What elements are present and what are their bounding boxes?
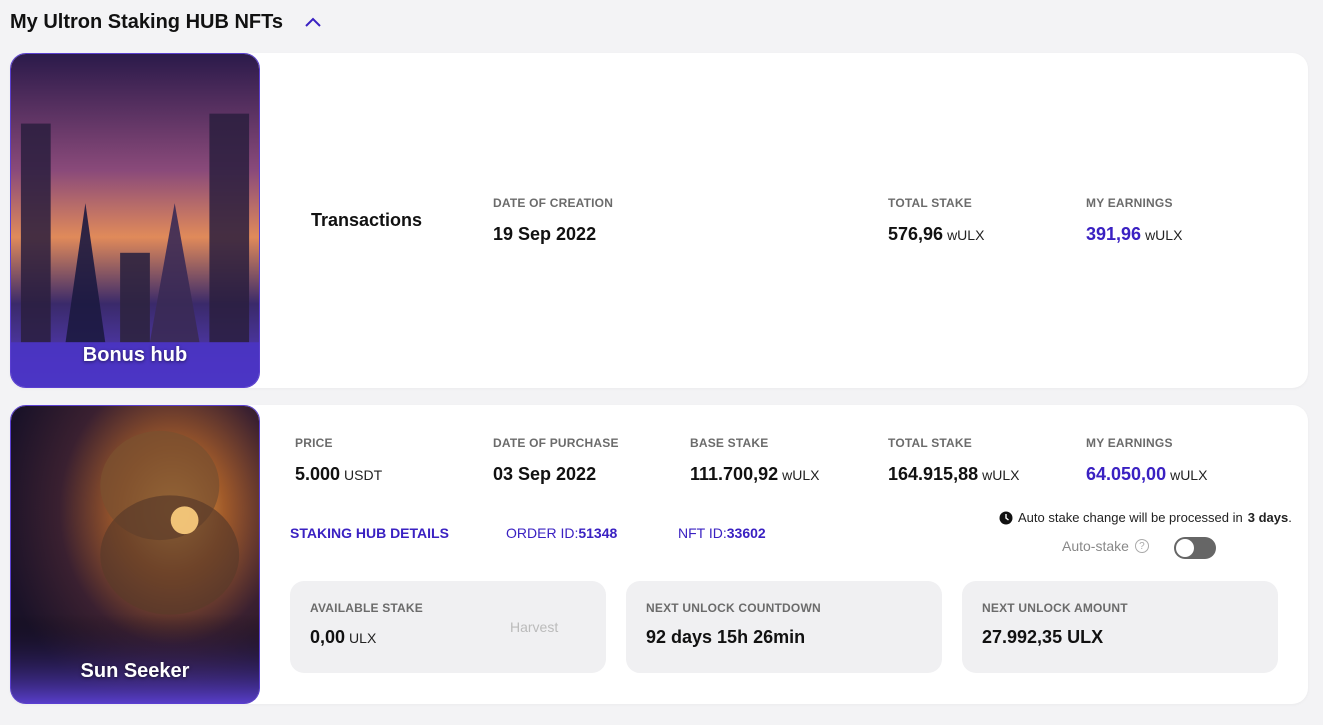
countdown-value: 92 days 15h 26min (646, 627, 806, 647)
section-header: My Ultron Staking HUB NFTs (10, 8, 323, 36)
date-value: 03 Sep 2022 (493, 464, 597, 484)
date-label: DATE OF PURCHASE (493, 436, 619, 450)
order-id-value[interactable]: 51348 (578, 525, 617, 541)
total-stake-value: 164.915,88 (888, 464, 979, 484)
auto-stake-row: Auto-stake ? (1062, 538, 1149, 554)
harvest-button[interactable]: Harvest (510, 619, 558, 635)
base-stake-value: 111.700,92 (690, 464, 779, 484)
price: PRICE 5.000 USDT (295, 436, 382, 485)
nft-name: Sun Seeker (80, 660, 190, 682)
next-unlock-countdown-box: NEXT UNLOCK COUNTDOWN 92 days 15h 26min (626, 581, 942, 673)
date-label: DATE OF CREATION (493, 196, 614, 210)
price-label: PRICE (295, 436, 333, 450)
auto-stake-notice: Auto stake change will be processed in 3 … (999, 510, 1292, 525)
earnings-label: MY EARNINGS (1086, 196, 1173, 210)
base-stake-unit: wULX (782, 467, 820, 483)
available-stake-value: 0,00 (310, 627, 346, 647)
total-stake-label: TOTAL STAKE (888, 436, 972, 450)
toggle-knob (1176, 539, 1194, 557)
earnings-value: 64.050,00 (1086, 464, 1167, 484)
staking-hub-details-link[interactable]: STAKING HUB DETAILS (290, 525, 449, 541)
notice-text: Auto stake change will be processed in (1018, 510, 1243, 525)
date-value: 19 Sep 2022 (493, 224, 597, 244)
total-stake: TOTAL STAKE 164.915,88 wULX (888, 436, 1019, 485)
order-id: ORDER ID:51348 (506, 525, 617, 541)
total-stake-unit: wULX (947, 227, 985, 243)
date-of-purchase: DATE OF PURCHASE 03 Sep 2022 (493, 436, 619, 485)
unlock-amount-value: 27.992,35 ULX (982, 627, 1104, 647)
price-value: 5.000 (295, 464, 341, 484)
available-stake-unit: ULX (349, 630, 377, 646)
total-stake-value: 576,96 (888, 224, 944, 244)
nft-name: Bonus hub (82, 344, 188, 366)
nft-id-label: NFT ID: (678, 525, 727, 541)
nft-card-bonus-hub: Bonus hub Transactions DATE OF CREATION … (10, 53, 1308, 388)
notice-days: 3 days (1247, 510, 1289, 525)
unlock-amount-label: NEXT UNLOCK AMOUNT (982, 601, 1128, 615)
base-stake-label: BASE STAKE (690, 436, 769, 450)
auto-stake-toggle[interactable] (1174, 537, 1216, 559)
nft-id: NFT ID:33602 (678, 525, 766, 541)
countdown-label: NEXT UNLOCK COUNTDOWN (646, 601, 821, 615)
date-of-creation: DATE OF CREATION 19 Sep 2022 (493, 196, 613, 245)
help-icon[interactable]: ? (1134, 539, 1149, 553)
order-id-label: ORDER ID: (506, 525, 579, 541)
earnings-unit: wULX (1170, 467, 1208, 483)
card-type-label: Transactions (311, 210, 423, 230)
available-stake-label: AVAILABLE STAKE (310, 601, 423, 615)
nft-card-sun-seeker: Sun Seeker PRICE 5.000 USDT DATE OF PURCH… (10, 405, 1308, 704)
nft-id-value[interactable]: 33602 (727, 525, 766, 541)
next-unlock-amount-box: NEXT UNLOCK AMOUNT 27.992,35 ULX (962, 581, 1278, 673)
clock-icon (999, 511, 1013, 524)
notice-end: . (1288, 510, 1292, 525)
total-stake-unit: wULX (982, 467, 1020, 483)
chevron-up-icon[interactable] (303, 12, 323, 32)
earnings-value: 391,96 (1086, 224, 1142, 244)
available-stake-box: AVAILABLE STAKE 0,00 ULX Harvest (290, 581, 606, 673)
auto-stake-label: Auto-stake (1062, 538, 1129, 554)
price-unit: USDT (344, 467, 383, 483)
base-stake: BASE STAKE 111.700,92 wULX (690, 436, 819, 485)
my-earnings: MY EARNINGS 64.050,00 wULX (1086, 436, 1207, 485)
total-stake-label: TOTAL STAKE (888, 196, 972, 210)
nft-image[interactable]: Bonus hub (10, 53, 260, 388)
total-stake: TOTAL STAKE 576,96 wULX (888, 196, 984, 245)
earnings-unit: wULX (1145, 227, 1183, 243)
nft-image[interactable]: Sun Seeker (10, 405, 260, 704)
section-title: My Ultron Staking HUB NFTs (10, 10, 283, 33)
my-earnings: MY EARNINGS 391,96 wULX (1086, 196, 1182, 245)
earnings-label: MY EARNINGS (1086, 436, 1173, 450)
